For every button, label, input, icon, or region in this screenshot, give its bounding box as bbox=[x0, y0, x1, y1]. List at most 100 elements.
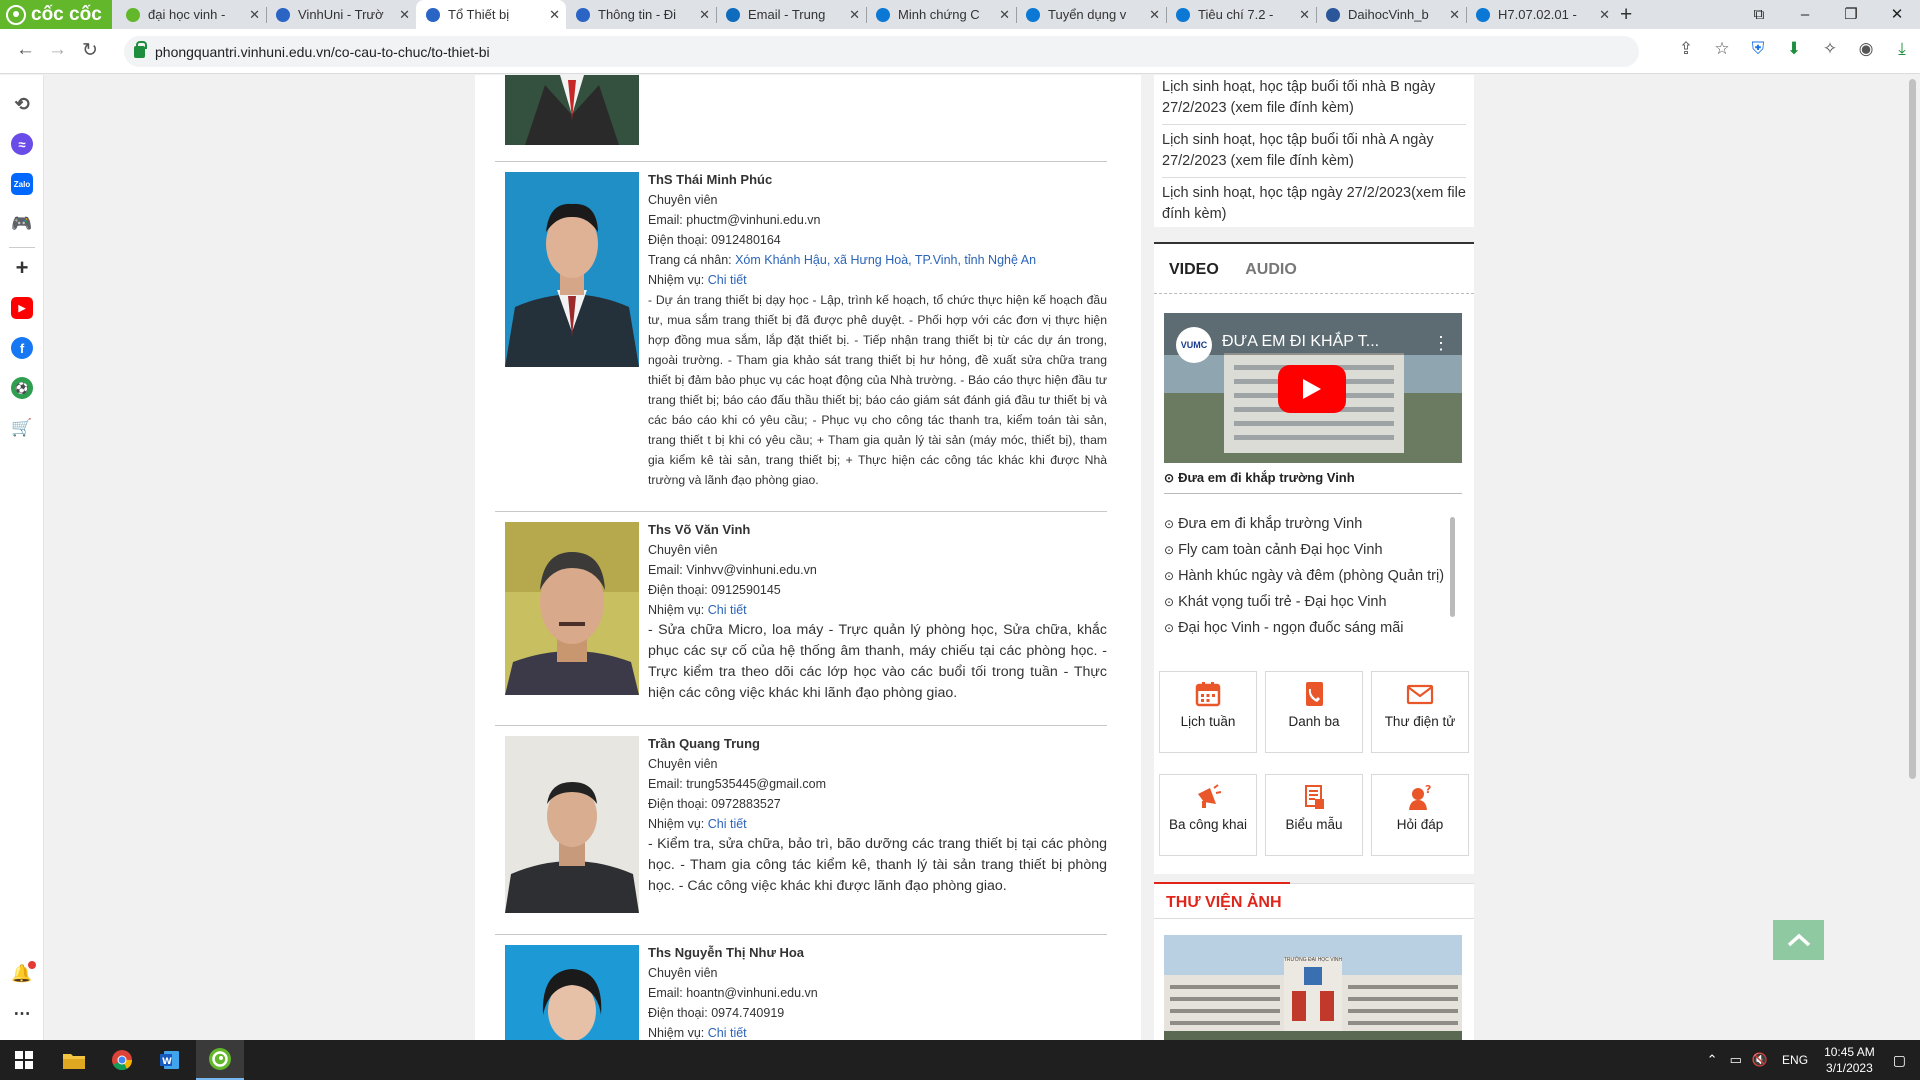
gallery-photo[interactable]: TRƯỜNG ĐẠI HỌC VINH bbox=[1164, 935, 1462, 1041]
playlist-scrollbar[interactable] bbox=[1450, 517, 1455, 617]
page-scrollbar-thumb[interactable] bbox=[1909, 79, 1916, 779]
taskbar-coccoc[interactable] bbox=[196, 1040, 244, 1080]
playlist-item-link[interactable]: ⊙ Đại học Vinh - ngọn đuốc sáng mãi bbox=[1164, 618, 1449, 639]
tab-close-icon[interactable]: ✕ bbox=[999, 7, 1010, 23]
playlist-item-text[interactable]: Đại học Vinh - ngọn đuốc sáng mãi bbox=[1178, 620, 1403, 636]
forward-button[interactable]: → bbox=[48, 39, 67, 61]
tab-title[interactable]: Tổ Thiết bị bbox=[448, 7, 545, 22]
downloads-icon[interactable]: ⤓ bbox=[1884, 39, 1920, 59]
quick-link-hoi-dap[interactable]: ? Hỏi đáp bbox=[1371, 774, 1469, 856]
shopping-cart-icon[interactable]: 🛒 bbox=[11, 417, 33, 439]
reload-button[interactable]: ↻ bbox=[82, 39, 98, 62]
youtube-icon[interactable]: ▶ bbox=[11, 297, 33, 319]
taskbar-file-explorer[interactable] bbox=[50, 1040, 98, 1080]
tab-close-icon[interactable]: ✕ bbox=[399, 7, 410, 23]
game-icon[interactable]: 🎮 bbox=[11, 213, 33, 235]
playlist-item-text[interactable]: Đưa em đi khắp trường Vinh bbox=[1178, 516, 1362, 532]
more-options-icon[interactable]: ⋯ bbox=[11, 1003, 33, 1025]
browser-tab[interactable]: Email - Trung ✕ bbox=[716, 0, 866, 29]
quick-link-bieu-mau[interactable]: Biểu mẫu bbox=[1265, 774, 1363, 856]
browser-tab[interactable]: đại học vinh - ✕ bbox=[116, 0, 266, 29]
show-hidden-icons[interactable]: ⌃ bbox=[1707, 1052, 1718, 1068]
browser-tab[interactable]: Minh chứng C ✕ bbox=[866, 0, 1016, 29]
playlist-item-text[interactable]: Khát vọng tuổi trẻ - Đại học Vinh bbox=[1178, 594, 1387, 610]
tab-title[interactable]: Email - Trung bbox=[748, 7, 845, 22]
browser-tab[interactable]: Tiêu chí 7.2 - ✕ bbox=[1166, 0, 1316, 29]
browser-tab[interactable]: Tổ Thiết bị ✕ bbox=[416, 0, 566, 29]
tab-close-icon[interactable]: ✕ bbox=[1449, 7, 1460, 23]
playlist-item-link[interactable]: ⊙ Hành khúc ngày và đêm (phòng Quản trị) bbox=[1164, 566, 1449, 587]
tab-close-icon[interactable]: ✕ bbox=[849, 7, 860, 23]
taskbar-word[interactable]: W bbox=[146, 1040, 194, 1080]
tab-title[interactable]: đại học vinh - bbox=[148, 7, 245, 22]
video-title[interactable]: ĐƯA EM ĐI KHẮP T... bbox=[1222, 333, 1379, 351]
tab-title[interactable]: Minh chứng C bbox=[898, 7, 995, 22]
messenger-icon[interactable]: ≈ bbox=[11, 133, 33, 155]
youtube-player[interactable]: VUMC ĐƯA EM ĐI KHẮP T... ⋮ bbox=[1164, 313, 1462, 463]
quick-link-ba-cong-khai[interactable]: Ba công khai bbox=[1159, 774, 1257, 856]
extensions-icon[interactable]: ✧ bbox=[1812, 39, 1848, 59]
bookmark-star-icon[interactable]: ☆ bbox=[1704, 39, 1740, 59]
tab-title[interactable]: Thông tin - Đi bbox=[598, 7, 695, 22]
playlist-item-link[interactable]: ⊙ Khát vọng tuổi trẻ - Đại học Vinh bbox=[1164, 592, 1449, 613]
video-more-icon[interactable]: ⋮ bbox=[1432, 333, 1450, 354]
quick-link-danh-ba[interactable]: Danh ba bbox=[1265, 671, 1363, 753]
zalo-icon[interactable]: Zalo bbox=[11, 173, 33, 195]
tab-title[interactable]: VinhUni - Trườ bbox=[298, 7, 395, 22]
notifications-icon[interactable]: ▢ bbox=[1893, 1052, 1906, 1069]
taskbar-chrome[interactable] bbox=[98, 1040, 146, 1080]
duty-detail-link[interactable]: Chi tiết bbox=[708, 817, 747, 831]
quick-link-lich-tuan[interactable]: Lịch tuần bbox=[1159, 671, 1257, 753]
news-item-link[interactable]: Lịch sinh hoạt, học tập ngày 27/2/2023(x… bbox=[1162, 178, 1466, 227]
input-language[interactable]: ENG bbox=[1782, 1053, 1808, 1067]
duty-detail-link[interactable]: Chi tiết bbox=[708, 273, 747, 287]
sports-icon[interactable]: ⚽ bbox=[11, 377, 33, 399]
news-item-link[interactable]: Lịch sinh hoạt, học tập buổi tối nhà B n… bbox=[1162, 75, 1466, 125]
back-to-top-button[interactable] bbox=[1773, 920, 1824, 960]
tab-title[interactable]: DaihocVinh_b bbox=[1348, 7, 1445, 22]
tab-title[interactable]: Tuyển dụng v bbox=[1048, 7, 1145, 22]
tab-video[interactable]: VIDEO bbox=[1169, 261, 1219, 279]
close-window-button[interactable]: ✕ bbox=[1874, 0, 1920, 29]
add-panel-icon[interactable]: + bbox=[11, 255, 33, 280]
clock[interactable]: 10:45 AM 3/1/2023 bbox=[1824, 1044, 1875, 1076]
playlist-item-text[interactable]: Fly cam toàn cảnh Đại học Vinh bbox=[1178, 542, 1382, 558]
minimize-button[interactable]: – bbox=[1782, 0, 1828, 29]
browser-tab[interactable]: Tuyển dụng v ✕ bbox=[1016, 0, 1166, 29]
duty-detail-link[interactable]: Chi tiết bbox=[708, 1026, 747, 1040]
quick-link-email[interactable]: Thư điện tử bbox=[1371, 671, 1469, 753]
tab-close-icon[interactable]: ✕ bbox=[1599, 7, 1610, 23]
browser-tab[interactable]: VinhUni - Trườ ✕ bbox=[266, 0, 416, 29]
tab-title[interactable]: H7.07.02.01 - bbox=[1498, 7, 1595, 22]
duty-detail-link[interactable]: Chi tiết bbox=[708, 603, 747, 617]
back-button[interactable]: ← bbox=[16, 39, 35, 61]
lock-icon[interactable] bbox=[134, 40, 147, 58]
volume-muted-icon[interactable]: 🔇 bbox=[1752, 1052, 1768, 1068]
history-icon[interactable]: ⟲ bbox=[11, 93, 33, 115]
tab-search-icon[interactable]: ⧉ bbox=[1736, 0, 1782, 29]
playlist-item-text[interactable]: Hành khúc ngày và đêm (phòng Quản trị) bbox=[1178, 568, 1444, 584]
profile-icon[interactable]: ◉ bbox=[1848, 39, 1884, 59]
browser-tab[interactable]: H7.07.02.01 - ✕ bbox=[1466, 0, 1616, 29]
play-button[interactable] bbox=[1278, 365, 1346, 413]
tab-title[interactable]: Tiêu chí 7.2 - bbox=[1198, 7, 1295, 22]
share-icon[interactable]: ⇪ bbox=[1668, 39, 1704, 59]
page-scrollbar[interactable] bbox=[1905, 75, 1920, 1040]
homepage-link[interactable]: Xóm Khánh Hậu, xã Hưng Hoà, TP.Vinh, tỉn… bbox=[735, 253, 1036, 267]
tab-close-icon[interactable]: ✕ bbox=[549, 7, 560, 23]
browser-tab[interactable]: DaihocVinh_b ✕ bbox=[1316, 0, 1466, 29]
tab-audio[interactable]: AUDIO bbox=[1245, 261, 1297, 279]
tab-close-icon[interactable]: ✕ bbox=[1149, 7, 1160, 23]
tab-close-icon[interactable]: ✕ bbox=[249, 7, 260, 23]
news-item-link[interactable]: Lịch sinh hoạt, học tập buổi tối nhà A n… bbox=[1162, 125, 1466, 178]
tab-close-icon[interactable]: ✕ bbox=[1299, 7, 1310, 23]
coccoc-menu-button[interactable]: cốc cốc bbox=[0, 0, 112, 29]
address-bar[interactable]: phongquantri.vinhuni.edu.vn/co-cau-to-ch… bbox=[124, 36, 1639, 67]
maximize-button[interactable]: ❐ bbox=[1828, 0, 1874, 29]
facebook-icon[interactable]: f bbox=[11, 337, 33, 359]
browser-tab[interactable]: Thông tin - Đi ✕ bbox=[566, 0, 716, 29]
network-icon[interactable]: ▭ bbox=[1730, 1052, 1742, 1068]
adblock-icon[interactable]: ⛨ bbox=[1740, 39, 1776, 59]
channel-avatar[interactable]: VUMC bbox=[1176, 327, 1212, 363]
new-tab-button[interactable]: + bbox=[1620, 3, 1632, 27]
